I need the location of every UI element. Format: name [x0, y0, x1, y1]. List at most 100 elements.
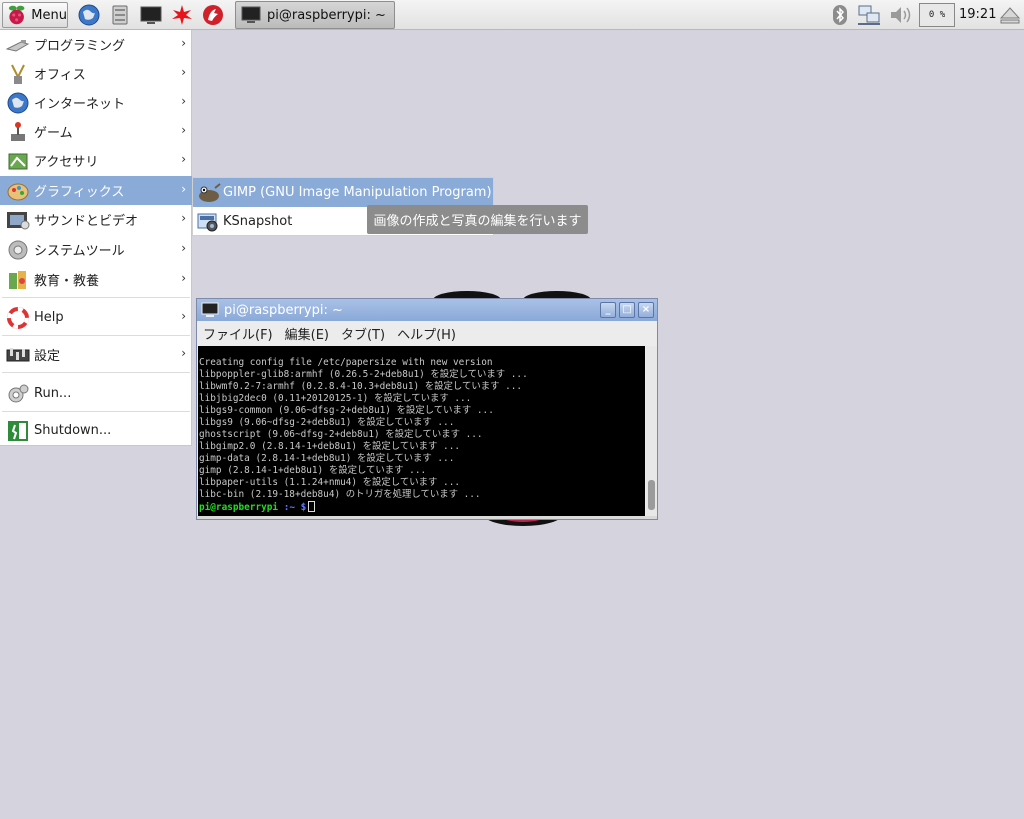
system-tools-icon — [3, 235, 33, 264]
menu-item-graphics[interactable]: グラフィックス › — [0, 176, 192, 205]
menu-item-accessories[interactable]: アクセサリ › — [0, 146, 192, 175]
menu-item-help[interactable]: Help › — [0, 303, 192, 332]
menu-item-label: システムツール — [34, 244, 125, 259]
taskbar-window-label: pi@raspberrypi: ~ — [267, 7, 386, 23]
wolfram-icon — [172, 5, 192, 25]
terminal-line: Creating config file /etc/papersize with… — [199, 357, 493, 368]
terminal-titlebar[interactable]: pi@raspberrypi: ~ _ □ × — [197, 299, 657, 321]
accessories-icon — [3, 146, 33, 175]
volume-icon — [891, 7, 911, 23]
run-icon — [3, 379, 33, 408]
menu-item-label: ゲーム — [34, 126, 73, 141]
terminal-line: libwmf0.2-7:armhf (0.2.8.4-10.3+deb8u1) … — [199, 381, 523, 392]
submenu-arrow-icon: › — [181, 241, 186, 255]
menu-item-education[interactable]: 教育・教養 › — [0, 265, 192, 294]
close-button[interactable]: × — [638, 302, 654, 318]
terminal-cursor — [308, 501, 316, 512]
terminal-scrollbar[interactable] — [646, 346, 657, 516]
menu-separator — [2, 411, 190, 412]
submenu-arrow-icon: › — [181, 94, 186, 108]
mathematica-icon — [203, 5, 223, 25]
mathematica-launcher[interactable] — [201, 3, 225, 27]
menu-button[interactable]: Menu — [2, 2, 68, 28]
terminal-line: ghostscript (9.06~dfsg-2+deb8u1) を設定していま… — [199, 429, 483, 440]
submenu-arrow-icon: › — [181, 123, 186, 137]
ksnapshot-icon — [195, 210, 221, 234]
terminal-window: pi@raspberrypi: ~ _ □ × ファイル(F) 編集(E) タブ… — [196, 298, 658, 520]
submenu-item-label: GIMP (GNU Image Manipulation Program) — [223, 185, 492, 200]
programming-icon — [3, 30, 33, 59]
taskbar-window-terminal[interactable]: pi@raspberrypi: ~ — [235, 1, 395, 29]
bluetooth-indicator[interactable] — [828, 3, 852, 27]
cpu-usage-monitor[interactable]: 0 % — [919, 3, 955, 27]
volume-indicator[interactable] — [889, 3, 913, 27]
menu-item-run[interactable]: Run... — [0, 379, 192, 408]
submenu-item-gimp[interactable]: GIMP (GNU Image Manipulation Program) — [193, 178, 493, 207]
menu-edit[interactable]: 編集(E) — [285, 324, 329, 343]
sound-video-icon — [3, 205, 33, 234]
terminal-line: libc-bin (2.19-18+deb8u4) のトリガを処理しています .… — [199, 489, 481, 500]
submenu-arrow-icon: › — [181, 182, 186, 196]
prompt-user: pi@raspberrypi — [199, 502, 279, 513]
menu-item-sound-video[interactable]: サウンドとビデオ › — [0, 205, 192, 234]
scrollbar-thumb[interactable] — [648, 480, 655, 510]
terminal-icon — [200, 300, 220, 320]
shutdown-icon — [3, 416, 33, 445]
close-icon: × — [641, 304, 651, 315]
menu-button-label: Menu — [31, 7, 67, 23]
terminal-prompt-line: pi@raspberrypi :~ $ — [199, 501, 645, 513]
taskbar: Menu pi@raspberrypi: ~ 0 % 19:21 — [0, 0, 1024, 30]
maximize-icon: □ — [622, 304, 632, 315]
terminal-bottom-border — [197, 516, 657, 519]
menu-item-label: インターネット — [34, 97, 126, 112]
menu-file[interactable]: ファイル(F) — [203, 324, 273, 343]
menu-item-internet[interactable]: インターネット › — [0, 88, 192, 117]
menu-item-preferences[interactable]: 設定 › — [0, 340, 192, 369]
web-browser-icon — [78, 4, 100, 26]
menu-item-office[interactable]: オフィス › — [0, 59, 192, 88]
submenu-arrow-icon: › — [181, 152, 186, 166]
maximize-button[interactable]: □ — [619, 302, 635, 318]
menu-item-label: アクセサリ — [34, 155, 99, 170]
eject-button[interactable] — [998, 3, 1022, 27]
main-menu: プログラミング › オフィス › インターネット › ゲーム › アクセサリ › — [0, 30, 192, 446]
terminal-output[interactable]: Creating config file /etc/papersize with… — [198, 346, 645, 516]
terminal-line: libpoppler-glib8:armhf (0.26.5-2+deb8u1)… — [199, 369, 528, 380]
menu-item-label: Run... — [34, 386, 72, 401]
help-icon — [3, 303, 33, 332]
menu-help[interactable]: ヘルプ(H) — [397, 324, 456, 343]
terminal-launcher[interactable] — [139, 3, 163, 27]
web-browser-launcher[interactable] — [77, 3, 101, 27]
tooltip: 画像の作成と写真の編集を行います — [367, 205, 588, 234]
menu-item-label: オフィス — [34, 68, 86, 83]
menu-item-label: 設定 — [34, 349, 61, 364]
menu-tabs[interactable]: タブ(T) — [341, 324, 385, 343]
submenu-arrow-icon: › — [181, 36, 186, 50]
menu-item-shutdown[interactable]: Shutdown... — [0, 416, 192, 445]
bluetooth-icon — [833, 5, 847, 25]
wolfram-launcher[interactable] — [170, 3, 194, 27]
terminal-line: gimp (2.8.14-1+deb8u1) を設定しています ... — [199, 465, 427, 476]
terminal-line: gimp-data (2.8.14-1+deb8u1) を設定しています ... — [199, 453, 455, 464]
file-manager-launcher[interactable] — [108, 3, 132, 27]
menu-item-label: グラフィックス — [34, 185, 125, 200]
terminal-line: libgimp2.0 (2.8.14-1+deb8u1) を設定しています ..… — [199, 441, 460, 452]
games-icon — [3, 117, 33, 146]
terminal-line: libgs9-common (9.06~dfsg-2+deb8u1) を設定して… — [199, 405, 494, 416]
eject-icon — [999, 7, 1021, 24]
terminal-icon — [241, 6, 261, 23]
submenu-arrow-icon: › — [181, 211, 186, 225]
terminal-line: libpaper-utils (1.1.24+nmu4) を設定しています ..… — [199, 477, 460, 488]
clock[interactable]: 19:21 — [959, 7, 996, 22]
submenu-arrow-icon: › — [181, 271, 186, 285]
menu-item-system-tools[interactable]: システムツール › — [0, 235, 192, 264]
minimize-icon: _ — [605, 304, 611, 315]
menu-item-games[interactable]: ゲーム › — [0, 117, 192, 146]
menu-separator — [2, 372, 190, 373]
preferences-icon — [3, 340, 33, 369]
menu-item-programming[interactable]: プログラミング › — [0, 30, 192, 59]
network-icon — [858, 5, 880, 25]
network-indicator[interactable] — [857, 3, 881, 27]
minimize-button[interactable]: _ — [600, 302, 616, 318]
education-icon — [3, 265, 33, 294]
